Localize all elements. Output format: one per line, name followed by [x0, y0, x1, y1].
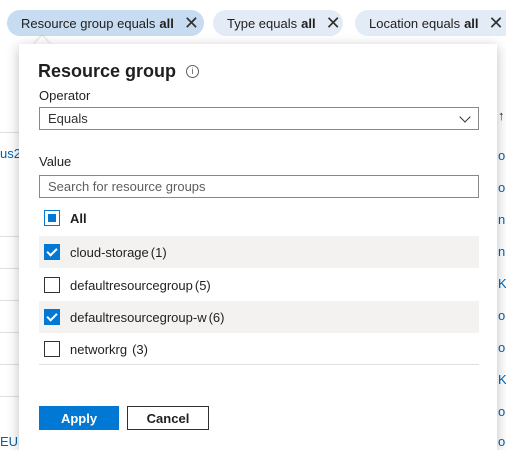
operator-value: Equals [48, 111, 88, 126]
checkbox[interactable] [44, 309, 60, 325]
close-icon[interactable]: ✕ [326, 14, 341, 32]
background-divider [0, 236, 19, 237]
background-cell-text[interactable]: K [498, 372, 506, 387]
filter-pill-label: Type equals [227, 15, 298, 31]
checkbox[interactable] [44, 210, 60, 226]
panel-title-row: Resource group i [38, 61, 200, 82]
info-icon[interactable]: i [186, 65, 200, 78]
background-cell-text[interactable]: o [498, 308, 505, 323]
option-all[interactable]: All [39, 202, 479, 234]
checkbox[interactable] [44, 244, 60, 260]
background-divider [0, 332, 19, 333]
apply-button[interactable]: Apply [39, 406, 119, 430]
background-divider [0, 364, 19, 365]
filter-pill-label: Location equals [369, 15, 461, 31]
operator-dropdown[interactable]: Equals [39, 107, 479, 130]
option-count: (6) [208, 309, 225, 325]
option-defaultresourcegroup-w[interactable]: defaultresourcegroup-w (6) [39, 301, 479, 333]
filter-pill-value: all [464, 15, 479, 31]
option-label: All [70, 210, 87, 226]
background-cell-text[interactable]: n [498, 244, 505, 259]
close-icon[interactable]: ✕ [184, 14, 199, 32]
option-label: defaultresourcegroup-w [70, 309, 207, 325]
background-cell-text[interactable]: o [498, 148, 505, 163]
background-cell-text[interactable]: n [498, 212, 505, 227]
filter-pill-label: Resource group equals [21, 15, 156, 31]
background-divider [0, 132, 19, 133]
close-icon[interactable]: ✕ [489, 14, 504, 32]
background-cell-text[interactable]: o [498, 434, 505, 449]
background-divider [0, 268, 19, 269]
resource-group-search-input[interactable] [39, 175, 479, 198]
sort-arrow-icon[interactable]: ↑ [498, 108, 505, 123]
checkbox[interactable] [44, 341, 60, 357]
filter-pill-value: all [159, 15, 174, 31]
option-label: cloud-storage [70, 244, 149, 260]
filter-pill-location[interactable]: Location equals all ✕ [355, 10, 506, 36]
panel-title: Resource group [38, 61, 177, 81]
background-cell-text[interactable]: o [498, 340, 505, 355]
background-cell-text[interactable]: o [498, 404, 505, 419]
background-cell-text[interactable]: K [498, 276, 506, 291]
option-defaultresourcegroup[interactable]: defaultresourcegroup (5) [39, 269, 479, 301]
filter-pill-resource-group[interactable]: Resource group equals all ✕ [7, 10, 204, 36]
operator-label: Operator [39, 88, 91, 103]
value-label: Value [39, 154, 72, 169]
cancel-button[interactable]: Cancel [127, 406, 209, 430]
filter-pill-type[interactable]: Type equals all ✕ [213, 10, 343, 36]
option-networkrg[interactable]: networkrg (3) [39, 333, 479, 365]
background-cell-text[interactable]: o [498, 180, 505, 195]
option-cloud-storage[interactable]: cloud-storage (1) [39, 236, 479, 268]
option-count: (5) [194, 277, 211, 293]
option-label: defaultresourcegroup [70, 277, 193, 293]
panel-divider [39, 364, 479, 365]
filter-pill-value: all [301, 15, 316, 31]
chevron-down-icon [459, 111, 471, 123]
option-count: (1) [150, 244, 167, 260]
resource-group-filter-panel: Resource group i Operator Equals Value A… [19, 44, 497, 450]
option-count: (3) [132, 341, 148, 357]
option-label: networkrg [70, 341, 128, 357]
background-divider [0, 300, 19, 301]
checkbox[interactable] [44, 277, 60, 293]
background-divider [0, 396, 19, 397]
